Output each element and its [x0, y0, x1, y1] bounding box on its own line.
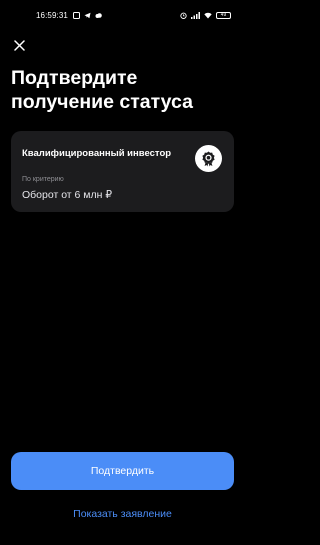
signal-icon	[191, 11, 200, 19]
award-badge	[195, 145, 222, 172]
page-title: Подтвердите получение статуса	[11, 67, 193, 113]
card-title: Квалифицированный инвестор	[22, 148, 172, 159]
telegram-icon	[84, 12, 91, 19]
close-icon	[13, 39, 25, 51]
confirm-button[interactable]: Подтвердить	[11, 452, 234, 490]
status-left-icons	[72, 11, 102, 19]
status-bar: 16:59:31 49	[0, 0, 245, 30]
screen: 16:59:31 49 Подтвердите получение статус…	[0, 0, 245, 545]
alarm-icon	[180, 12, 187, 19]
status-right-icons: 49	[180, 11, 231, 19]
status-time: 16:59:31	[36, 10, 68, 20]
wifi-icon	[204, 12, 212, 19]
criterion-label: По критерию	[22, 176, 64, 183]
notification-icon	[72, 11, 80, 19]
show-statement-link[interactable]: Показать заявление	[0, 508, 245, 520]
investor-status-card: Квалифицированный инвестор По критерию О…	[11, 131, 234, 212]
battery-icon: 49	[216, 11, 231, 19]
close-button[interactable]	[10, 36, 28, 54]
criterion-value: Оборот от 6 млн ₽	[22, 189, 113, 201]
award-icon	[202, 151, 215, 167]
cloud-icon	[95, 12, 102, 19]
